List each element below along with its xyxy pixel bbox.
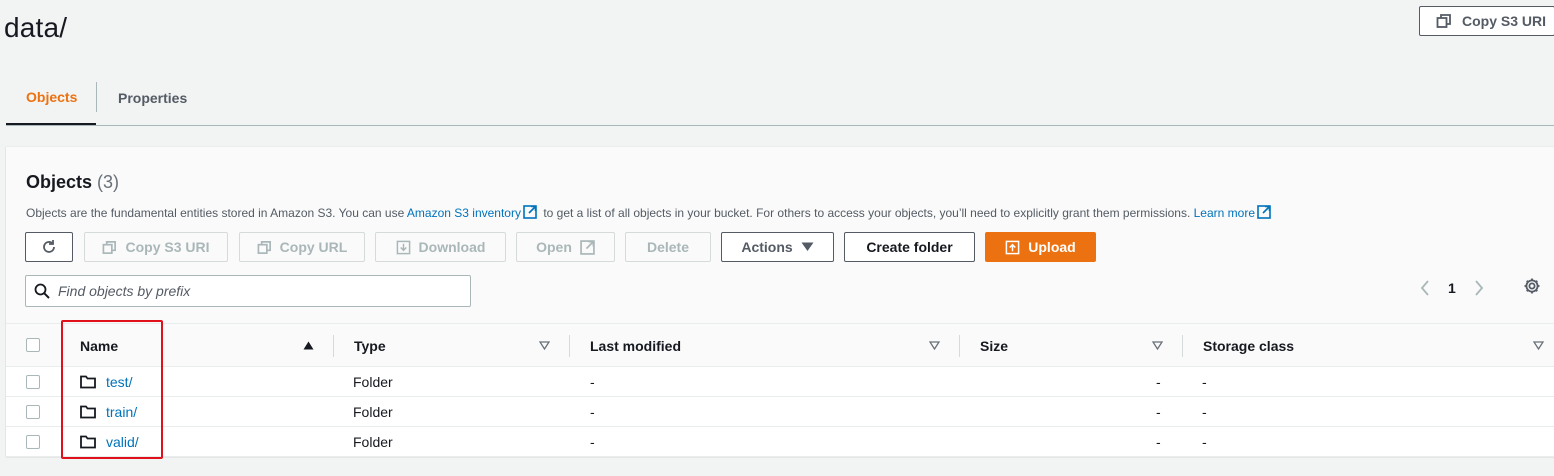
- size-cell: -: [1156, 404, 1161, 420]
- column-header-type[interactable]: Type: [354, 324, 386, 368]
- tab-list: Objects Properties: [6, 70, 187, 126]
- copy-s3-uri-button[interactable]: Copy S3 URI: [84, 232, 228, 262]
- download-icon: [396, 240, 410, 254]
- open-button[interactable]: Open: [516, 232, 615, 262]
- external-link-icon: [580, 239, 595, 255]
- size-cell: -: [1156, 434, 1161, 450]
- search-icon: [34, 283, 50, 299]
- sort-icon[interactable]: [539, 341, 550, 350]
- storage-class-cell: -: [1202, 374, 1207, 390]
- type-cell: Folder: [353, 404, 393, 420]
- sort-icon[interactable]: [929, 341, 940, 350]
- table-row: test/ Folder - - -: [6, 367, 1554, 397]
- actions-dropdown[interactable]: Actions: [721, 232, 834, 262]
- copy-icon: [1436, 14, 1451, 28]
- copy-url-label: Copy URL: [279, 239, 348, 255]
- upload-button[interactable]: Upload: [985, 232, 1096, 262]
- column-divider: [959, 335, 960, 357]
- table-settings-button[interactable]: [1523, 277, 1541, 300]
- row-checkbox[interactable]: [26, 435, 40, 449]
- column-divider: [1182, 335, 1183, 357]
- gear-icon: [1524, 278, 1540, 294]
- download-button[interactable]: Download: [375, 232, 506, 262]
- storage-class-cell: -: [1202, 434, 1207, 450]
- sort-ascending-icon[interactable]: [303, 341, 314, 350]
- create-folder-label: Create folder: [866, 239, 953, 255]
- column-header-storage-class[interactable]: Storage class: [1203, 324, 1294, 368]
- sort-icon[interactable]: [1152, 341, 1163, 350]
- copy-url-button[interactable]: Copy URL: [239, 232, 365, 262]
- last-modified-cell: -: [590, 434, 595, 450]
- table-row: train/ Folder - - -: [6, 397, 1554, 427]
- chevron-left-icon[interactable]: [1420, 280, 1430, 296]
- download-label: Download: [418, 239, 486, 255]
- size-cell: -: [1156, 374, 1161, 390]
- open-label: Open: [536, 239, 572, 255]
- type-cell: Folder: [353, 374, 393, 390]
- tab-properties[interactable]: Properties: [97, 70, 187, 125]
- storage-class-cell: -: [1202, 404, 1207, 420]
- copy-s3-uri-label: Copy S3 URI: [125, 239, 210, 255]
- copy-icon: [257, 240, 271, 254]
- select-all-checkbox[interactable]: [26, 338, 40, 352]
- caret-down-icon: [801, 242, 814, 251]
- objects-description: Objects are the fundamental entities sto…: [26, 205, 1274, 220]
- tab-objects[interactable]: Objects: [6, 70, 96, 125]
- learn-more-link[interactable]: Learn more: [1194, 206, 1255, 220]
- copy-s3-uri-header-label: Copy S3 URI: [1462, 13, 1547, 29]
- tabs-underline: [6, 125, 1554, 126]
- page-title: data/: [4, 12, 68, 43]
- copy-icon: [103, 240, 117, 254]
- search-input[interactable]: [58, 283, 438, 299]
- pagination: 1: [1420, 277, 1484, 299]
- column-header-size[interactable]: Size: [980, 324, 1008, 368]
- table-row: valid/ Folder - - -: [6, 427, 1554, 457]
- current-page[interactable]: 1: [1448, 280, 1456, 296]
- row-checkbox[interactable]: [26, 405, 40, 419]
- delete-label: Delete: [646, 239, 690, 255]
- row-checkbox[interactable]: [26, 375, 40, 389]
- create-folder-button[interactable]: Create folder: [844, 232, 975, 262]
- external-link-icon: [1257, 205, 1271, 219]
- sort-icon[interactable]: [1533, 341, 1544, 350]
- s3-inventory-link[interactable]: Amazon S3 inventory: [407, 206, 521, 220]
- table-header: Name Type Last modified Size Storage cla…: [6, 323, 1554, 367]
- highlight-annotation-box: [61, 320, 163, 459]
- desc-prefix: Objects are the fundamental entities sto…: [26, 206, 407, 220]
- last-modified-cell: -: [590, 374, 595, 390]
- chevron-right-icon[interactable]: [1474, 280, 1484, 296]
- objects-panel-title: Objects (3): [26, 172, 119, 193]
- objects-title-text: Objects: [26, 172, 93, 192]
- desc-middle: to get a list of all objects in your buc…: [539, 206, 1194, 220]
- column-divider: [569, 335, 570, 357]
- type-cell: Folder: [353, 434, 393, 450]
- copy-s3-uri-header-button[interactable]: Copy S3 URI: [1419, 6, 1554, 36]
- external-link-icon: [523, 205, 537, 219]
- actions-label: Actions: [741, 239, 793, 255]
- refresh-button[interactable]: [25, 232, 73, 262]
- upload-label: Upload: [1028, 239, 1076, 255]
- column-divider: [333, 335, 334, 357]
- column-header-last-modified[interactable]: Last modified: [590, 324, 681, 368]
- last-modified-cell: -: [590, 404, 595, 420]
- delete-button[interactable]: Delete: [625, 232, 711, 262]
- upload-icon: [1005, 240, 1020, 254]
- objects-count: (3): [97, 172, 120, 192]
- refresh-icon: [43, 240, 55, 253]
- objects-panel: Objects (3) Objects are the fundamental …: [6, 146, 1554, 457]
- search-box[interactable]: [25, 275, 471, 307]
- page-header: data/ Copy S3 URI Objects Properties: [0, 0, 1554, 127]
